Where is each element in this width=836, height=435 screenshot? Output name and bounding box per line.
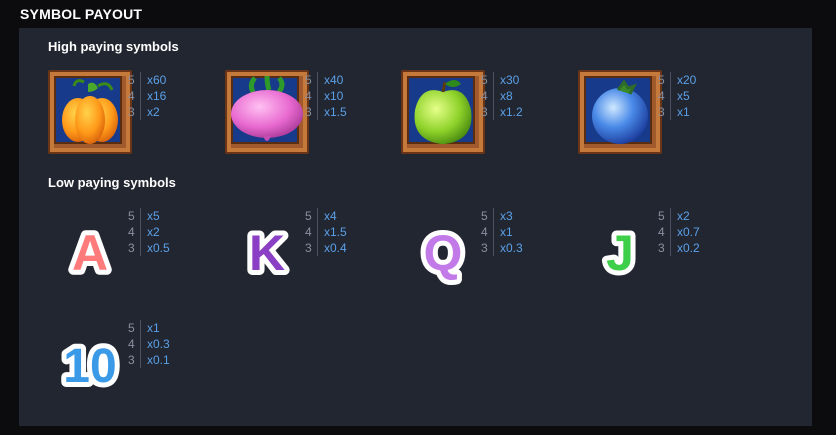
symbol-letter-q: Q Q 5 x3 4 x1 3 x0.3 [401,206,581,306]
green-apple-payouts: 5 x30 4 x8 3 x1.2 [481,72,523,120]
letter-k-icon: K K [225,206,309,290]
pay-count: 4 [128,337,135,351]
blueberry-icon [592,79,648,144]
pay-count: 5 [658,209,665,223]
pay-value: x1 [500,225,513,239]
letter-k-payouts: 5 x4 4 x1.5 3 x0.4 [305,208,347,256]
pay-value: x1.5 [324,225,347,239]
svg-text:K: K [249,225,285,281]
pumpkin-tile [48,70,132,154]
symbol-green-apple: 5 x30 4 x8 3 x1.2 [401,70,581,170]
letter-q-payouts: 5 x3 4 x1 3 x0.3 [481,208,523,256]
letter-j-icon: J J [578,206,662,290]
letter-j-payouts: 5 x2 4 x0.7 3 x0.2 [658,208,700,256]
pumpkin-payouts: 5 x60 4 x16 3 x2 [128,72,167,120]
pay-value: x4 [324,209,337,223]
turnip-icon [231,75,303,141]
pay-count: 4 [481,225,488,239]
pay-count: 3 [128,353,135,367]
pay-count: 3 [128,105,135,119]
pay-value: x30 [500,73,520,87]
pay-count: 3 [481,105,488,119]
pay-value: x20 [677,73,697,87]
pay-count: 5 [128,209,135,223]
pay-value: x2 [147,105,160,119]
green-apple-icon [414,80,472,144]
green-apple-tile [401,70,485,154]
pay-value: x16 [147,89,167,103]
pay-value: x1.5 [324,105,347,119]
letter-a-icon: A A [48,206,132,290]
pay-value: x1 [677,105,690,119]
pay-count: 5 [481,209,488,223]
pay-count: 4 [305,89,312,103]
pay-value: x60 [147,73,167,87]
symbol-letter-a: A A 5 x5 4 x2 3 x0.5 [48,206,228,306]
pay-count: 5 [128,73,135,87]
pay-value: x0.4 [324,241,347,255]
pay-value: x5 [147,209,160,223]
pay-count: 3 [305,105,312,119]
page-title: SYMBOL PAYOUT [20,6,143,22]
symbol-pumpkin: 5 x60 4 x16 3 x2 [48,70,228,170]
pay-count: 4 [658,89,665,103]
pay-value: x5 [677,89,690,103]
pay-value: x10 [324,89,344,103]
pay-value: x0.2 [677,241,700,255]
pay-value: x2 [147,225,160,239]
pay-value: x2 [677,209,690,223]
symbol-letter-j: J J 5 x2 4 x0.7 3 x0.2 [578,206,758,306]
pay-count: 5 [128,321,135,335]
symbol-blueberry: 5 x20 4 x5 3 x1 [578,70,758,170]
pay-value: x1 [147,321,160,335]
pay-count: 3 [481,241,488,255]
turnip-payouts: 5 x40 4 x10 3 x1.5 [305,72,347,120]
pay-count: 3 [658,241,665,255]
symbol-turnip: 5 x40 4 x10 3 x1.5 [225,70,405,170]
blueberry-payouts: 5 x20 4 x5 3 x1 [658,72,697,120]
letter-a-payouts: 5 x5 4 x2 3 x0.5 [128,208,170,256]
pay-value: x0.7 [677,225,700,239]
pay-value: x40 [324,73,344,87]
pay-value: x0.3 [147,337,170,351]
svg-text:A: A [72,225,108,281]
symbol-letter-k: K K 5 x4 4 x1.5 3 x0.4 [225,206,405,306]
pay-value: x0.3 [500,241,523,255]
svg-text:10: 10 [63,340,116,393]
low-paying-heading: Low paying symbols [48,175,176,190]
pay-count: 5 [305,209,312,223]
pay-count: 5 [481,73,488,87]
turnip-tile [225,70,309,154]
number-10-payouts: 5 x1 4 x0.3 3 x0.1 [128,320,170,368]
pumpkin-icon [62,79,118,144]
pay-count: 4 [658,225,665,239]
pay-value: x3 [500,209,513,223]
payout-panel: High paying symbols 5 x60 4 x16 3 x2 5 x… [19,28,812,426]
pay-count: 3 [128,241,135,255]
number-10-icon: 10 10 [48,318,132,402]
pay-count: 5 [658,73,665,87]
symbol-number-10: 10 10 5 x1 4 x0.3 3 x0.1 [48,318,228,418]
pay-value: x0.1 [147,353,170,367]
pay-count: 4 [128,89,135,103]
pay-count: 4 [305,225,312,239]
pay-count: 3 [305,241,312,255]
pay-value: x0.5 [147,241,170,255]
blueberry-tile [578,70,662,154]
pay-count: 4 [481,89,488,103]
svg-text:J: J [606,225,634,281]
pay-count: 4 [128,225,135,239]
svg-text:Q: Q [424,225,463,281]
pay-value: x1.2 [500,105,523,119]
pay-count: 3 [658,105,665,119]
letter-q-icon: Q Q [401,206,485,290]
pay-value: x8 [500,89,513,103]
pay-count: 5 [305,73,312,87]
high-paying-heading: High paying symbols [48,39,179,54]
